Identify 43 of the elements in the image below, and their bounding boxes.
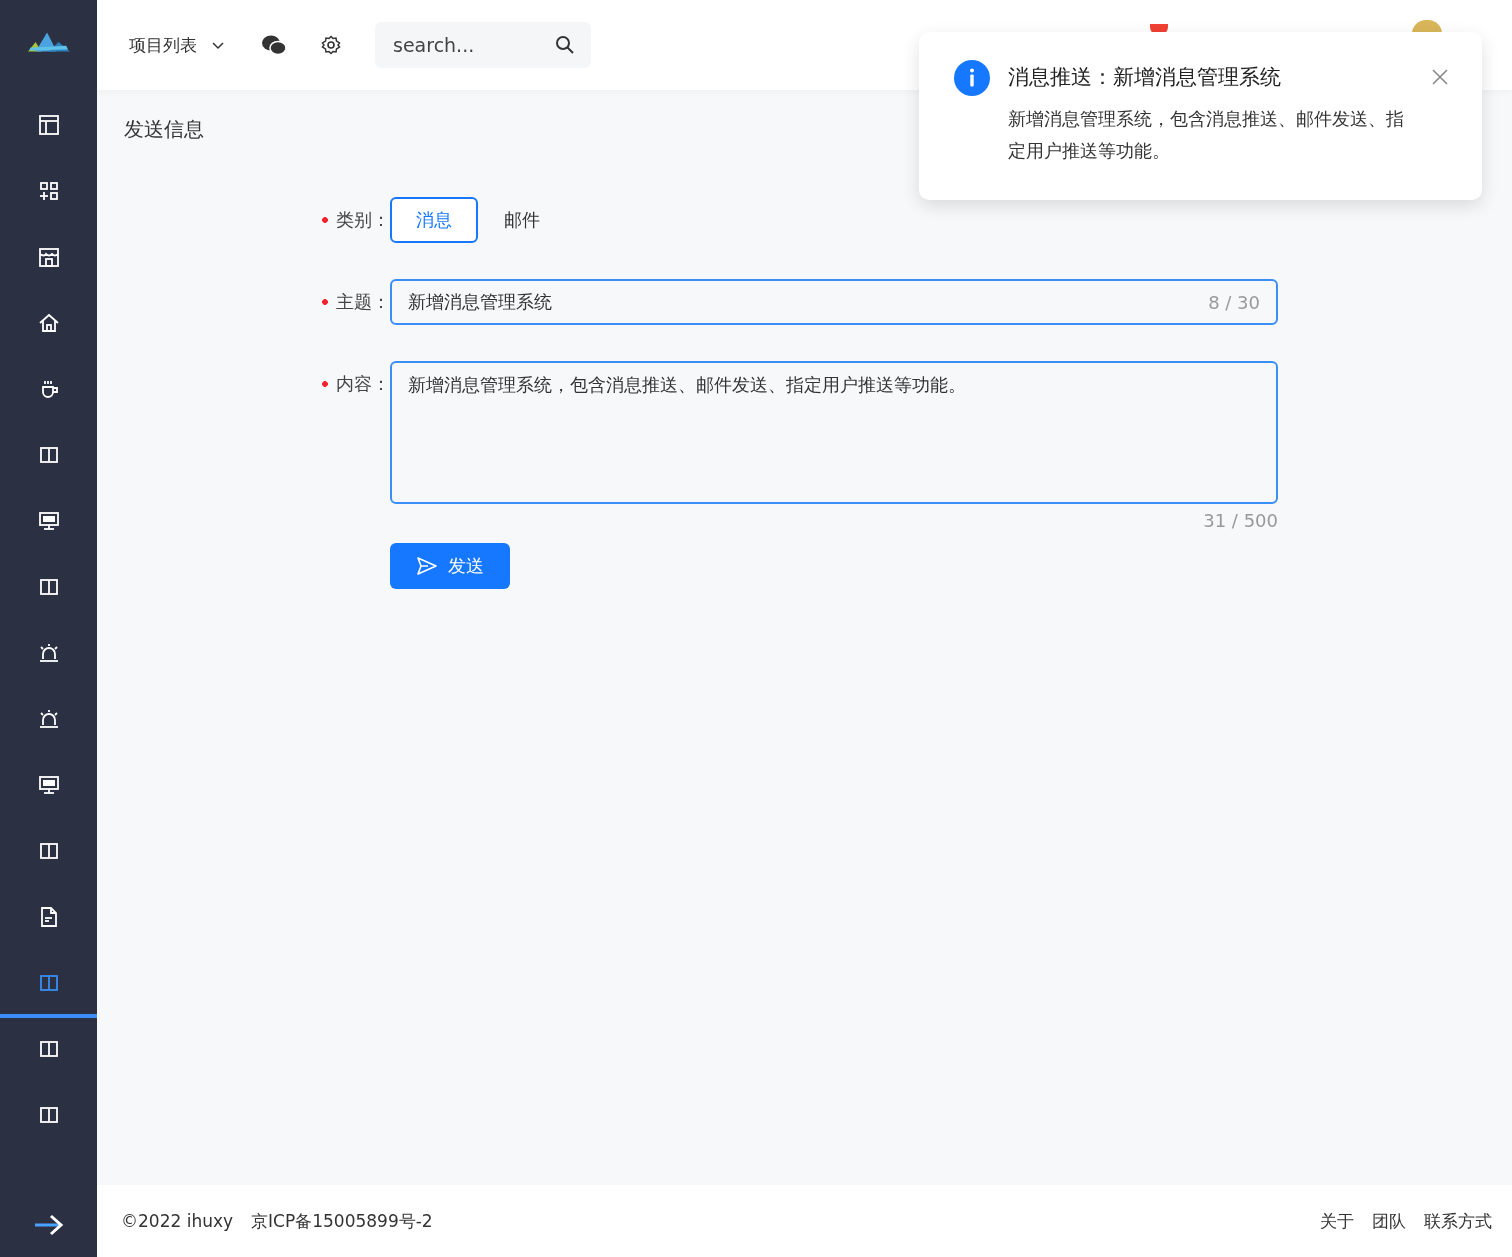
sql-monitor-icon[interactable] bbox=[37, 510, 60, 532]
footer-link[interactable]: 团队 bbox=[1372, 1209, 1406, 1233]
field-label: 主题： bbox=[336, 290, 390, 314]
subject-input[interactable]: 新增消息管理系统 8 / 30 bbox=[390, 279, 1278, 325]
notification-message: 新增消息管理系统，包含消息推送、邮件发送、指定用户推送等功能。 bbox=[1008, 107, 1405, 163]
radio-button[interactable]: 邮件 bbox=[478, 197, 566, 243]
layout-icon[interactable] bbox=[37, 114, 60, 136]
copyright-text: ©2022 ihuxy bbox=[121, 1211, 234, 1231]
send-button[interactable]: 发送 bbox=[390, 543, 510, 589]
sql-monitor-icon[interactable] bbox=[37, 774, 60, 796]
arrow-right-icon[interactable] bbox=[32, 1213, 65, 1237]
alarm-light-icon[interactable] bbox=[37, 642, 60, 664]
columns-icon[interactable] bbox=[37, 576, 60, 598]
radio-button[interactable]: 消息 bbox=[390, 197, 478, 243]
textarea-value: 新增消息管理系统，包含消息推送、邮件发送、指定用户推送等功能。 bbox=[408, 374, 966, 395]
close-icon[interactable] bbox=[1432, 69, 1448, 85]
mountain-logo-icon bbox=[27, 30, 70, 52]
field-label: 类别： bbox=[336, 208, 390, 232]
alarm-light-icon[interactable] bbox=[37, 708, 60, 730]
footer-link[interactable]: 关于 bbox=[1320, 1209, 1354, 1233]
columns-icon[interactable] bbox=[37, 840, 60, 862]
search-field[interactable]: search... bbox=[375, 22, 591, 68]
settings-icon[interactable] bbox=[321, 35, 341, 55]
chat-bubbles-icon[interactable] bbox=[261, 34, 287, 56]
page-title: 发送信息 bbox=[124, 116, 204, 143]
columns-icon[interactable] bbox=[37, 1038, 60, 1060]
info-icon bbox=[954, 60, 990, 96]
columns-icon[interactable] bbox=[37, 444, 60, 466]
input-value: 新增消息管理系统 bbox=[408, 290, 552, 314]
search-icon[interactable] bbox=[555, 35, 575, 55]
home-icon[interactable] bbox=[37, 312, 60, 334]
project-menu[interactable]: 项目列表 bbox=[127, 29, 227, 61]
send-icon[interactable] bbox=[416, 556, 438, 576]
footer-link[interactable]: 联系方式 bbox=[1424, 1209, 1492, 1233]
shop-icon[interactable] bbox=[37, 246, 60, 268]
character-count: 8 / 30 bbox=[1208, 291, 1260, 313]
content-textarea[interactable]: 新增消息管理系统，包含消息推送、邮件发送、指定用户推送等功能。 bbox=[390, 361, 1278, 504]
notification-title: 消息推送：新增消息管理系统 bbox=[1008, 64, 1282, 91]
field-label: 内容： bbox=[336, 372, 390, 396]
columns-icon[interactable] bbox=[37, 1104, 60, 1126]
icp-link[interactable]: 京ICP备15005899号-2 bbox=[251, 1209, 433, 1233]
character-count: 31 / 500 bbox=[1203, 510, 1278, 531]
apps-icon[interactable] bbox=[37, 180, 60, 202]
